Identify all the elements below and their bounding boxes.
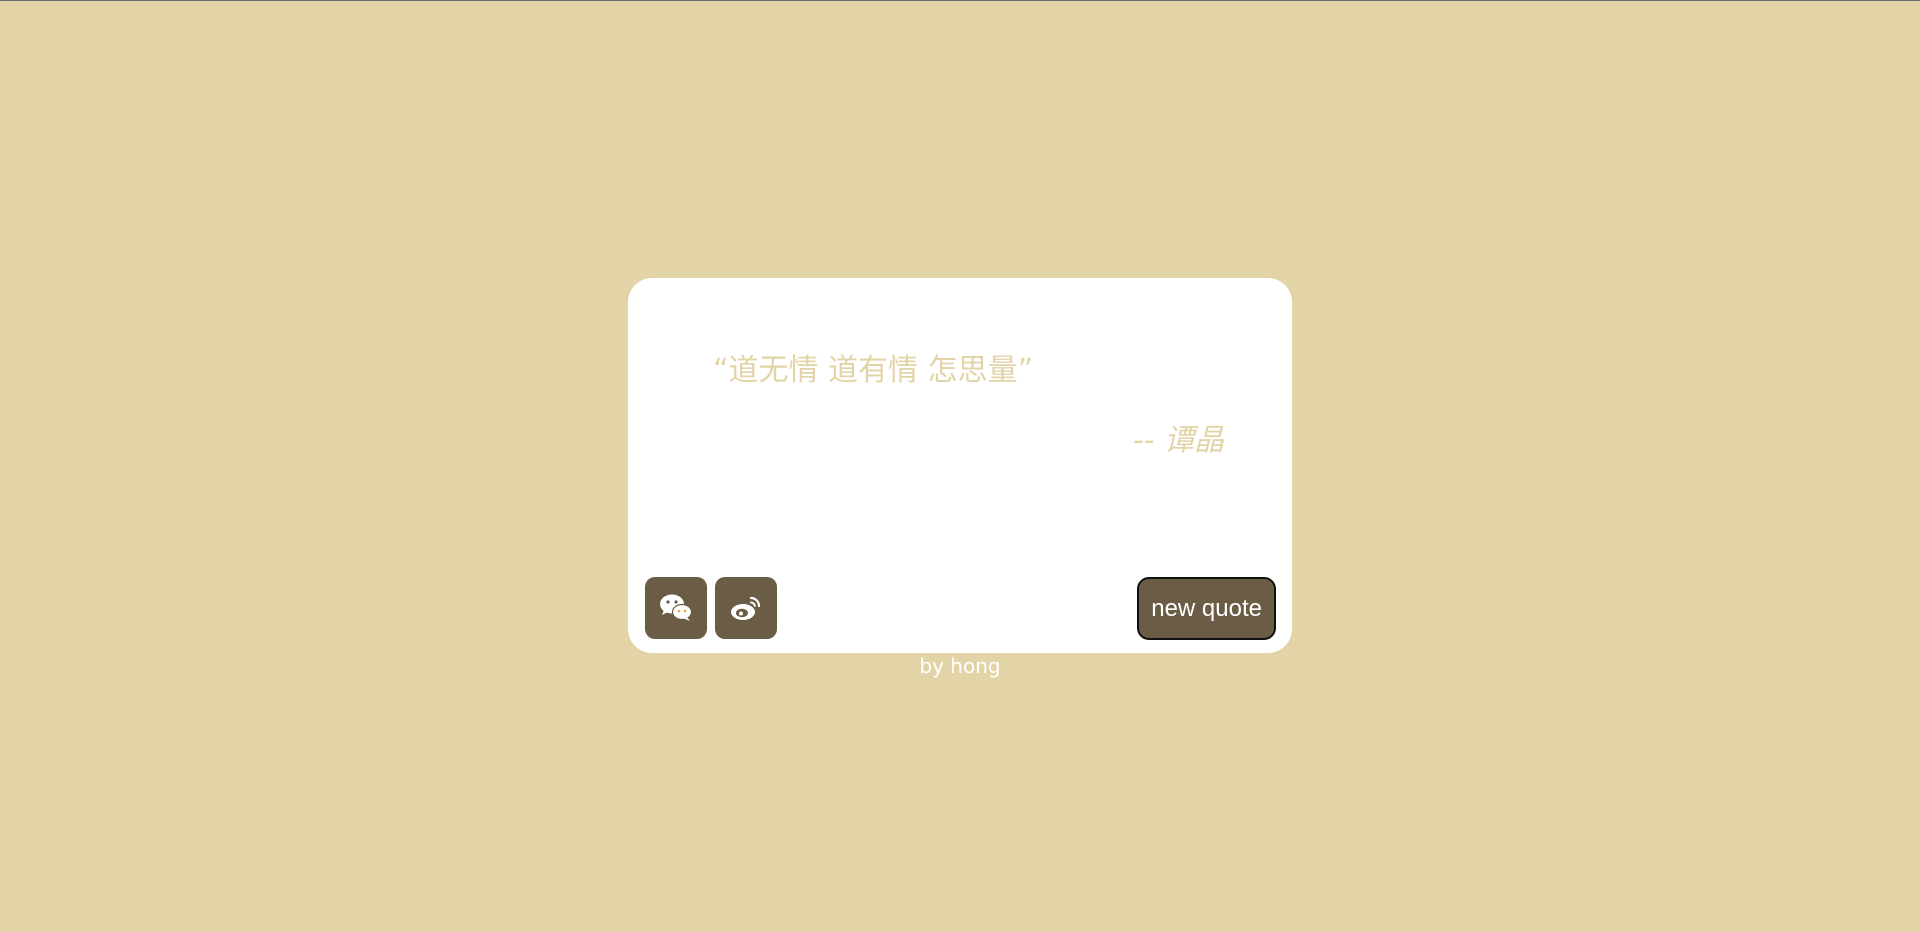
footer-credit: by hong — [919, 654, 1001, 678]
quote-author: -- 谭晶 — [1132, 423, 1224, 458]
share-wechat-button[interactable] — [645, 577, 707, 639]
new-quote-button[interactable]: new quote — [1137, 577, 1276, 640]
quote-card: “道无情 道有情 怎思量” -- 谭晶 new quote — [628, 278, 1292, 653]
quote-text: “道无情 道有情 怎思量” — [713, 353, 1034, 388]
wechat-icon — [660, 594, 693, 621]
share-weibo-button[interactable] — [715, 577, 777, 639]
weibo-icon — [731, 596, 761, 620]
